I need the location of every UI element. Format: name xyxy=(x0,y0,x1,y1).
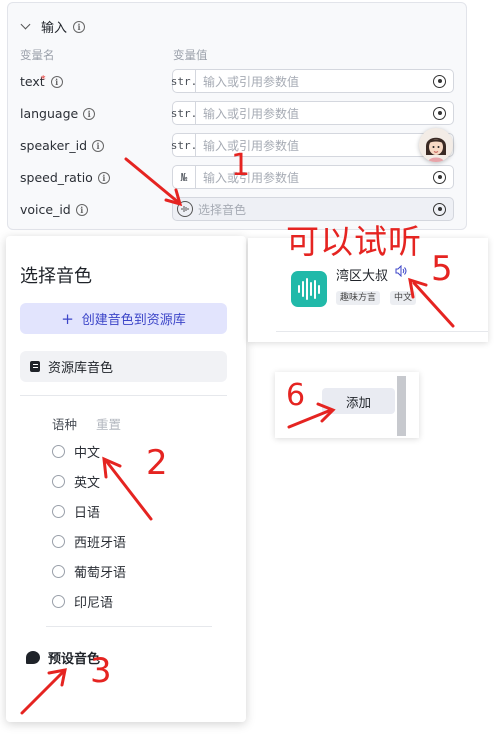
step-number-2: 2 xyxy=(146,443,168,483)
arrow-step-1 xyxy=(124,157,180,204)
listen-annotation: 可以试听 xyxy=(286,222,422,261)
arrow-step-3 xyxy=(20,670,65,715)
annotation-arrows xyxy=(20,157,455,715)
arrow-step-2 xyxy=(105,460,153,521)
step-number-5: 5 xyxy=(431,249,453,289)
step-number-3: 3 xyxy=(90,651,112,691)
step-number-1: 1 xyxy=(231,148,251,183)
step-number-6: 6 xyxy=(286,378,306,413)
arrow-step-5 xyxy=(412,281,455,328)
